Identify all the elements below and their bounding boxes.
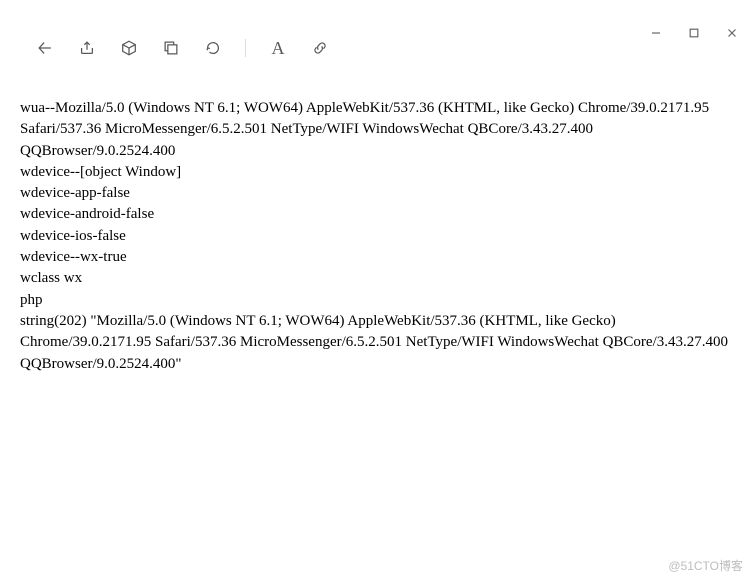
cube-icon[interactable] xyxy=(119,38,139,58)
output-line: wdevice--[object Window] xyxy=(20,162,731,183)
share-icon[interactable] xyxy=(77,38,97,58)
output-line: wdevice-android-false xyxy=(20,204,731,225)
page-content: wua--Mozilla/5.0 (Windows NT 6.1; WOW64)… xyxy=(0,74,751,375)
back-icon[interactable] xyxy=(35,38,55,58)
toolbar-divider xyxy=(245,39,246,57)
copy-icon[interactable] xyxy=(161,38,181,58)
output-line: wua--Mozilla/5.0 (Windows NT 6.1; WOW64)… xyxy=(20,98,731,162)
output-line: wdevice-app-false xyxy=(20,183,731,204)
output-line: wclass wx xyxy=(20,268,731,289)
minimize-button[interactable] xyxy=(637,20,675,46)
font-icon[interactable]: A xyxy=(268,38,288,58)
window-controls xyxy=(637,20,751,46)
font-label: A xyxy=(272,38,285,59)
output-line: wdevice--wx-true xyxy=(20,247,731,268)
output-line: wdevice-ios-false xyxy=(20,226,731,247)
link-icon[interactable] xyxy=(310,38,330,58)
output-line: php xyxy=(20,290,731,311)
refresh-icon[interactable] xyxy=(203,38,223,58)
maximize-button[interactable] xyxy=(675,20,713,46)
close-button[interactable] xyxy=(713,20,751,46)
output-line: string(202) "Mozilla/5.0 (Windows NT 6.1… xyxy=(20,311,731,375)
